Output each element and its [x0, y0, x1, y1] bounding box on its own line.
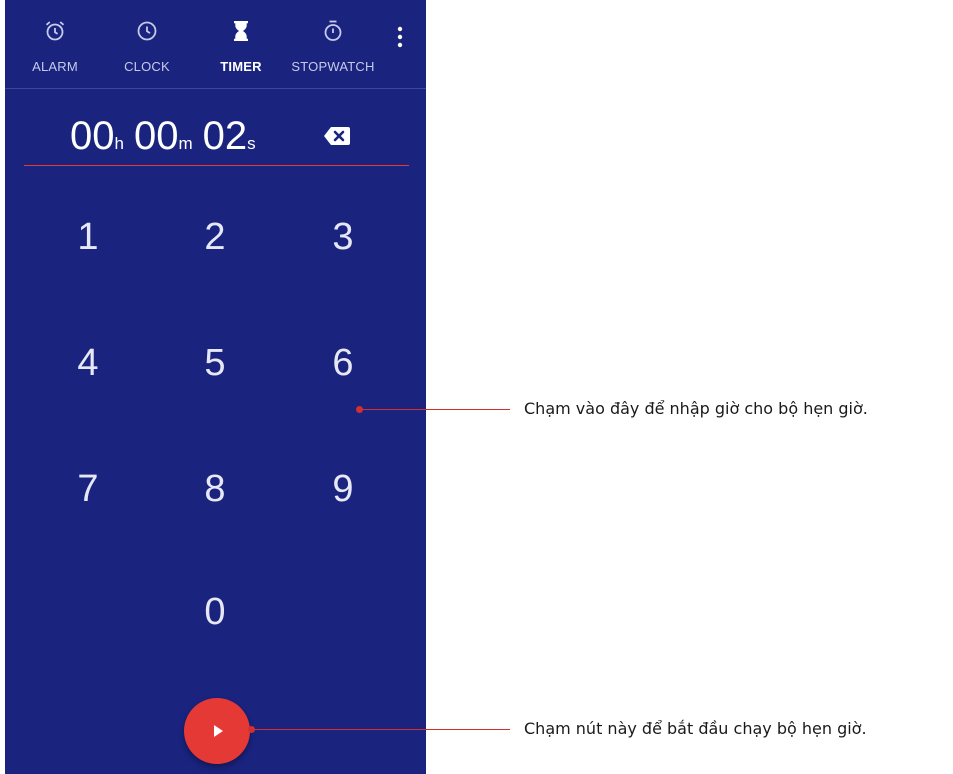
- tab-stopwatch[interactable]: STOPWATCH: [283, 0, 383, 88]
- tab-timer[interactable]: TIMER: [191, 0, 291, 88]
- keypad-key-3[interactable]: 3: [298, 202, 388, 272]
- keypad-key-7[interactable]: 7: [43, 454, 133, 524]
- tab-clock[interactable]: CLOCK: [97, 0, 197, 88]
- minutes-value: 00: [133, 114, 179, 158]
- hours-value: 00: [70, 114, 115, 158]
- seconds-value: 02: [202, 114, 248, 158]
- tab-label: ALARM: [32, 59, 78, 74]
- hours-unit: h: [114, 134, 124, 153]
- stopwatch-icon: [321, 19, 345, 43]
- keypad-key-6[interactable]: 6: [298, 328, 388, 398]
- timer-display: 00h 00m 02s: [24, 108, 409, 164]
- tab-bar: ALARM CLOCK TIMER STOPWATCH: [5, 0, 426, 89]
- keypad-key-9[interactable]: 9: [298, 454, 388, 524]
- minutes-unit: m: [178, 134, 193, 153]
- seconds-unit: s: [247, 134, 256, 153]
- backspace-icon[interactable]: [322, 124, 352, 148]
- start-timer-button[interactable]: [184, 698, 250, 764]
- alarm-icon: [43, 19, 67, 43]
- keypad-key-0[interactable]: 0: [170, 577, 260, 647]
- keypad-key-4[interactable]: 4: [43, 328, 133, 398]
- keypad-key-5[interactable]: 5: [170, 328, 260, 398]
- timer-underline: [24, 165, 409, 166]
- keypad-key-2[interactable]: 2: [170, 202, 260, 272]
- keypad-key-1[interactable]: 1: [43, 202, 133, 272]
- manual-page: ALARM CLOCK TIMER STOPWATCH 00h 00m 02s …: [0, 0, 953, 774]
- start-callout-text: Chạm nút này để bắt đầu chạy bộ hẹn giờ.: [524, 719, 867, 738]
- tab-alarm[interactable]: ALARM: [5, 0, 105, 88]
- more-options-icon[interactable]: [391, 24, 409, 50]
- hourglass-icon: [229, 19, 253, 43]
- start-callout-line: [252, 729, 510, 730]
- tab-label: STOPWATCH: [291, 59, 375, 74]
- keypad-key-8[interactable]: 8: [170, 454, 260, 524]
- clock-icon: [135, 19, 159, 43]
- timer-value: 00h 00m 02s: [70, 114, 256, 158]
- play-icon: [214, 725, 223, 737]
- keypad-callout-line: [360, 409, 510, 410]
- tab-label: CLOCK: [124, 59, 170, 74]
- tab-label: TIMER: [220, 59, 262, 74]
- clock-app-screen: ALARM CLOCK TIMER STOPWATCH 00h 00m 02s …: [5, 0, 426, 774]
- keypad-callout-text: Chạm vào đây để nhập giờ cho bộ hẹn giờ.: [524, 399, 868, 418]
